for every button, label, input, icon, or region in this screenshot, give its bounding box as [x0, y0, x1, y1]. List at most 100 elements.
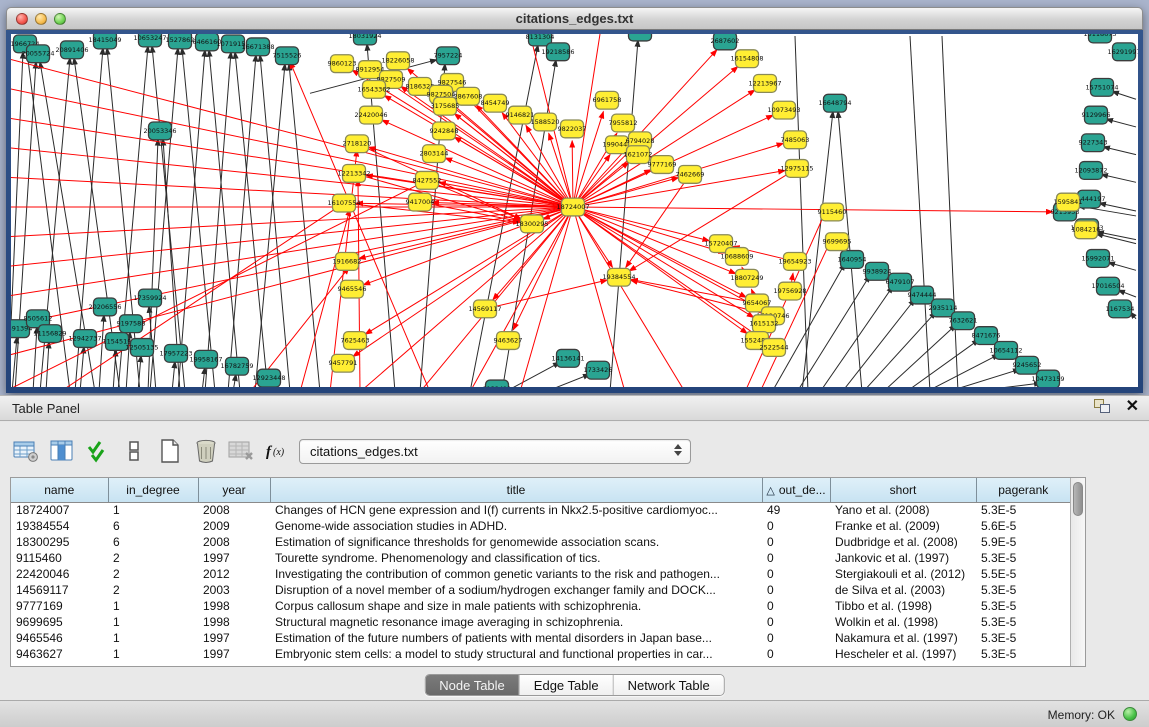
column-header-year[interactable]: year: [198, 478, 270, 502]
column-header-pagerank[interactable]: pagerank: [976, 478, 1070, 502]
network-node-yellow[interactable]: 1588520: [531, 113, 560, 131]
float-panel-icon[interactable]: [1094, 399, 1112, 415]
network-node-yellow[interactable]: 22420046: [354, 106, 387, 124]
network-node-teal[interactable]: 16291997: [1107, 43, 1138, 61]
network-node-teal[interactable]: 18031924: [348, 34, 381, 45]
network-node-yellow[interactable]: 10973493: [767, 101, 800, 119]
network-node-yellow[interactable]: 9463627: [494, 332, 523, 350]
network-node-teal[interactable]: 17016504: [1091, 277, 1124, 295]
network-node-teal[interactable]: 6479107: [886, 273, 915, 291]
delete-table-icon[interactable]: [226, 436, 258, 466]
network-node-teal[interactable]: 7632621: [949, 312, 978, 330]
network-node-yellow[interactable]: 18724007: [556, 198, 589, 216]
table-scrollbar-thumb[interactable]: [1073, 482, 1083, 516]
select-all-icon[interactable]: [82, 436, 114, 466]
network-node-teal[interactable]: 7515526: [273, 47, 302, 65]
network-canvas[interactable]: 1966724200557242089140618415049106532471…: [11, 34, 1138, 387]
network-node-teal[interactable]: 15992071: [1081, 250, 1114, 268]
table-row[interactable]: 946554611997Estimation of the future num…: [11, 630, 1070, 646]
column-header-short[interactable]: short: [830, 478, 976, 502]
network-node-yellow[interactable]: 9457791: [329, 354, 358, 372]
network-node-teal[interactable]: 11156829: [33, 325, 66, 343]
network-node-yellow[interactable]: 7625463: [341, 332, 370, 350]
table-row[interactable]: 1456911722003Disruption of a novel membe…: [11, 582, 1070, 598]
window-titlebar[interactable]: citations_edges.txt: [6, 7, 1143, 30]
network-node-yellow[interactable]: 19756928: [773, 282, 806, 300]
show-columns-icon[interactable]: [46, 436, 78, 466]
network-node-yellow[interactable]: 3175685: [431, 97, 460, 115]
network-node-yellow[interactable]: 7462669: [676, 166, 705, 184]
network-node-teal[interactable]: 14136141: [551, 349, 584, 367]
network-node-teal[interactable]: 9227343: [1079, 134, 1108, 152]
network-node-teal[interactable]: 19218586: [541, 43, 574, 61]
network-node-teal[interactable]: 18415049: [88, 34, 121, 49]
network-node-yellow[interactable]: 10688609: [720, 248, 753, 266]
network-node-teal[interactable]: 15751074: [1085, 78, 1118, 96]
table-row[interactable]: 1830029562008Estimation of significance …: [11, 534, 1070, 550]
network-node-teal[interactable]: 16846910: [623, 34, 656, 41]
network-node-teal[interactable]: 12942737: [68, 330, 101, 348]
network-node-yellow[interactable]: 9465546: [338, 280, 367, 298]
network-node-teal[interactable]: 12505135: [125, 339, 158, 357]
delete-rows-icon[interactable]: [190, 436, 222, 466]
network-node-teal[interactable]: 16671388: [241, 38, 274, 56]
network-node-yellow[interactable]: 18226058: [381, 52, 414, 70]
tab-node-table[interactable]: Node Table: [425, 675, 520, 695]
column-header-indegree[interactable]: in_degree: [108, 478, 198, 502]
table-row[interactable]: 969969511998Structural magnetic resonanc…: [11, 614, 1070, 630]
network-node-yellow[interactable]: 9115460: [818, 203, 847, 221]
rows-icon[interactable]: [118, 436, 150, 466]
network-node-teal[interactable]: 1733426: [584, 361, 613, 379]
network-node-teal[interactable]: 1167534: [1106, 300, 1135, 318]
network-node-teal[interactable]: 1640954: [838, 251, 867, 269]
network-node-yellow[interactable]: 9699695: [823, 233, 852, 251]
table-row[interactable]: 1938455462009Genome-wide association stu…: [11, 518, 1070, 534]
network-node-yellow[interactable]: 7485063: [781, 131, 810, 149]
network-node-yellow[interactable]: 16107554: [327, 194, 360, 212]
table-row[interactable]: 2242004622012Investigating the contribut…: [11, 566, 1070, 582]
network-node-teal[interactable]: 17957223: [159, 344, 192, 362]
network-node-yellow[interactable]: 12975115: [780, 160, 813, 178]
network-node-yellow[interactable]: 1615132: [750, 315, 779, 333]
network-node-yellow[interactable]: 1084216: [1072, 221, 1101, 239]
table-row[interactable]: 946362711997Embryonic stem cells: a mode…: [11, 646, 1070, 662]
network-node-teal[interactable]: 15118675: [1083, 34, 1116, 43]
citation-network-graph[interactable]: 1966724200557242089140618415049106532471…: [11, 34, 1138, 387]
network-node-yellow[interactable]: 9822037: [558, 120, 587, 138]
network-node-yellow[interactable]: 6961758: [593, 91, 622, 109]
network-node-teal[interactable]: 19958167: [189, 350, 222, 368]
close-panel-icon[interactable]: ✕: [1126, 399, 1139, 415]
network-node-yellow[interactable]: 9777169: [648, 156, 677, 174]
table-settings-icon[interactable]: [10, 436, 42, 466]
table-row[interactable]: 977716911998Corpus callosum shape and si…: [11, 598, 1070, 614]
network-node-teal[interactable]: 12923448: [252, 369, 285, 387]
tab-network-table[interactable]: Network Table: [614, 675, 724, 695]
network-node-yellow[interactable]: 12213342: [337, 165, 370, 183]
table-source-combobox[interactable]: citations_edges.txt: [299, 439, 691, 464]
network-node-yellow[interactable]: 18807249: [730, 269, 763, 287]
network-node-yellow[interactable]: 9242848: [430, 122, 459, 140]
network-node-yellow[interactable]: 16543362: [357, 80, 390, 98]
network-node-teal[interactable]: 12093872: [1074, 162, 1107, 180]
network-node-yellow[interactable]: 2522544: [760, 339, 789, 357]
network-node-teal[interactable]: 20891406: [55, 41, 88, 59]
network-node-yellow[interactable]: 2803144: [420, 145, 449, 163]
network-node-yellow[interactable]: 1916682: [333, 253, 362, 271]
network-node-teal[interactable]: 16648794: [818, 94, 851, 112]
table-row[interactable]: 911546021997Tourette syndrome. Phenomeno…: [11, 550, 1070, 566]
network-node-teal[interactable]: 8132411: [483, 380, 512, 387]
table-scrollbar[interactable]: [1070, 478, 1085, 666]
network-node-yellow[interactable]: 18300295: [515, 215, 548, 233]
network-node-yellow[interactable]: 9417004: [406, 193, 435, 211]
network-node-teal[interactable]: 16782759: [220, 357, 253, 375]
network-node-teal[interactable]: 2687602: [711, 34, 740, 50]
network-node-teal[interactable]: 17359924: [133, 289, 166, 307]
network-node-teal[interactable]: 9197588: [117, 315, 146, 333]
tab-edge-table[interactable]: Edge Table: [520, 675, 614, 695]
network-node-yellow[interactable]: 14569117: [468, 300, 501, 318]
network-node-teal[interactable]: 10473159: [1031, 370, 1064, 387]
network-node-yellow[interactable]: 9860123: [328, 55, 357, 73]
network-node-yellow[interactable]: 19654923: [778, 253, 811, 271]
network-node-yellow[interactable]: 2718120: [343, 135, 372, 153]
network-node-yellow[interactable]: 1595841: [1054, 193, 1083, 211]
